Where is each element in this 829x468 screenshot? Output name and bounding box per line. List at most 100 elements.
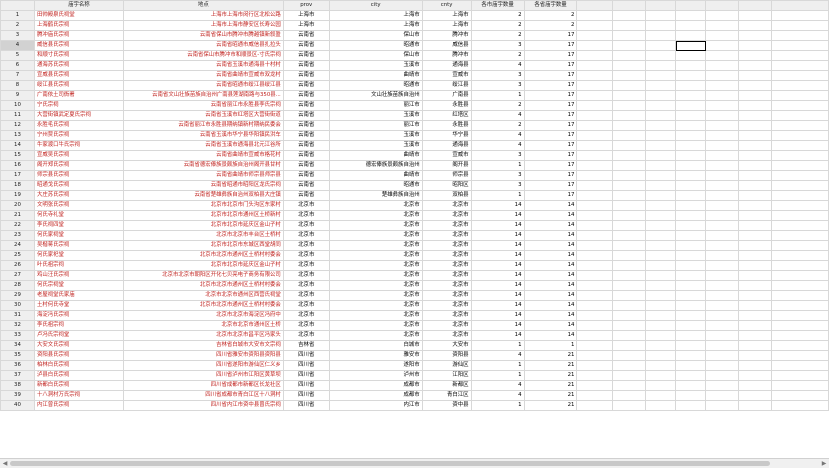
cell[interactable]: [738, 360, 773, 371]
cell[interactable]: 新都区: [421, 380, 472, 391]
cell[interactable]: 吴楷蒋氏宗祠: [33, 240, 124, 251]
cell[interactable]: [738, 230, 773, 241]
cell[interactable]: [645, 270, 677, 281]
cell[interactable]: [675, 120, 707, 131]
cell[interactable]: 北京市: [282, 200, 330, 211]
cell[interactable]: 2: [470, 20, 525, 31]
cell[interactable]: 云南省: [282, 40, 330, 51]
cell[interactable]: [645, 30, 677, 41]
cell[interactable]: [675, 260, 707, 271]
cell[interactable]: [612, 260, 647, 271]
cell[interactable]: 14: [470, 230, 525, 241]
cell[interactable]: 上海市上海市闵行区北松公路: [122, 10, 284, 21]
cell[interactable]: 威信县: [421, 40, 472, 51]
column-header[interactable]: 地点: [122, 0, 284, 11]
cell[interactable]: [675, 80, 707, 91]
cell[interactable]: [645, 400, 677, 411]
cell[interactable]: 田帅殿泉氏祠堂: [33, 10, 124, 21]
cell[interactable]: [738, 20, 773, 31]
cell[interactable]: [576, 130, 614, 141]
cell[interactable]: [675, 250, 707, 261]
cell[interactable]: 遂阳市: [328, 360, 423, 371]
cell[interactable]: 17: [523, 180, 578, 191]
cell[interactable]: [771, 70, 829, 81]
row-header[interactable]: 30: [0, 300, 35, 311]
cell[interactable]: 北京市: [328, 230, 423, 241]
cell[interactable]: 17: [523, 110, 578, 121]
cell[interactable]: 14: [523, 220, 578, 231]
cell[interactable]: [675, 70, 707, 81]
cell[interactable]: 泸县白氏宗祠: [33, 370, 124, 381]
cell[interactable]: [612, 350, 647, 361]
cell[interactable]: [738, 200, 773, 211]
cell[interactable]: [675, 110, 707, 121]
cell[interactable]: [645, 110, 677, 121]
cell[interactable]: [612, 240, 647, 251]
cell[interactable]: [771, 120, 829, 131]
cell[interactable]: [705, 160, 740, 171]
cell[interactable]: [645, 320, 677, 331]
cell[interactable]: [576, 40, 614, 51]
cell[interactable]: [705, 30, 740, 41]
cell[interactable]: 吉林省: [282, 340, 330, 351]
cell[interactable]: 北京市: [421, 320, 472, 331]
cell[interactable]: [675, 10, 707, 21]
cell[interactable]: 北京市北京市通州区土桥村村委会: [122, 280, 284, 291]
cell[interactable]: [612, 400, 647, 411]
cell[interactable]: [738, 140, 773, 151]
cell[interactable]: [771, 350, 829, 361]
cell[interactable]: [771, 150, 829, 161]
cell[interactable]: [576, 60, 614, 71]
cell[interactable]: 师宗县: [421, 170, 472, 181]
row-header[interactable]: 21: [0, 210, 35, 221]
cell[interactable]: [576, 260, 614, 271]
cell[interactable]: 上海市: [421, 10, 472, 21]
cell[interactable]: 1: [523, 340, 578, 351]
cell[interactable]: [576, 390, 614, 401]
cell[interactable]: [576, 370, 614, 381]
cell[interactable]: [612, 160, 647, 171]
cell[interactable]: 北京市: [421, 220, 472, 231]
cell[interactable]: [645, 160, 677, 171]
cell[interactable]: [705, 20, 740, 31]
cell[interactable]: [771, 250, 829, 261]
cell[interactable]: [576, 350, 614, 361]
cell[interactable]: 14: [470, 310, 525, 321]
cell[interactable]: 17: [523, 150, 578, 161]
cell[interactable]: [705, 330, 740, 341]
cell[interactable]: 何氏家祠堂: [33, 230, 124, 241]
cell[interactable]: 14: [523, 280, 578, 291]
cell[interactable]: [645, 290, 677, 301]
cell[interactable]: [675, 40, 707, 51]
cell[interactable]: [771, 290, 829, 301]
row-header[interactable]: 5: [0, 50, 35, 61]
cell[interactable]: [645, 120, 677, 131]
cell[interactable]: 1: [470, 160, 525, 171]
cell[interactable]: 21: [523, 370, 578, 381]
cell[interactable]: 上海市: [421, 20, 472, 31]
cell[interactable]: [576, 180, 614, 191]
cell[interactable]: [675, 330, 707, 341]
cell[interactable]: [612, 80, 647, 91]
cell[interactable]: [675, 370, 707, 381]
cell[interactable]: [645, 150, 677, 161]
cell[interactable]: 内江曾氏宗祠: [33, 400, 124, 411]
cell[interactable]: [771, 360, 829, 371]
cell[interactable]: 玉溪市: [328, 130, 423, 141]
cell[interactable]: [771, 80, 829, 91]
cell[interactable]: [576, 10, 614, 21]
row-header[interactable]: 16: [0, 160, 35, 171]
cell[interactable]: 2: [470, 50, 525, 61]
column-header[interactable]: [612, 0, 647, 11]
spreadsheet-grid[interactable]: 庙宇名称 地点 prov city cnty 各市庙宇数量 各省庙宇数量 1 田帅殿泉氏祠堂上…: [0, 0, 829, 458]
row-header[interactable]: 22: [0, 220, 35, 231]
column-header[interactable]: 庙宇名称: [33, 0, 124, 11]
cell[interactable]: [645, 360, 677, 371]
row-header[interactable]: 14: [0, 140, 35, 151]
cell[interactable]: [576, 150, 614, 161]
cell[interactable]: 昭通市: [328, 80, 423, 91]
cell[interactable]: [675, 200, 707, 211]
cell[interactable]: [771, 400, 829, 411]
cell[interactable]: 北京市: [328, 260, 423, 271]
row-header[interactable]: 15: [0, 150, 35, 161]
